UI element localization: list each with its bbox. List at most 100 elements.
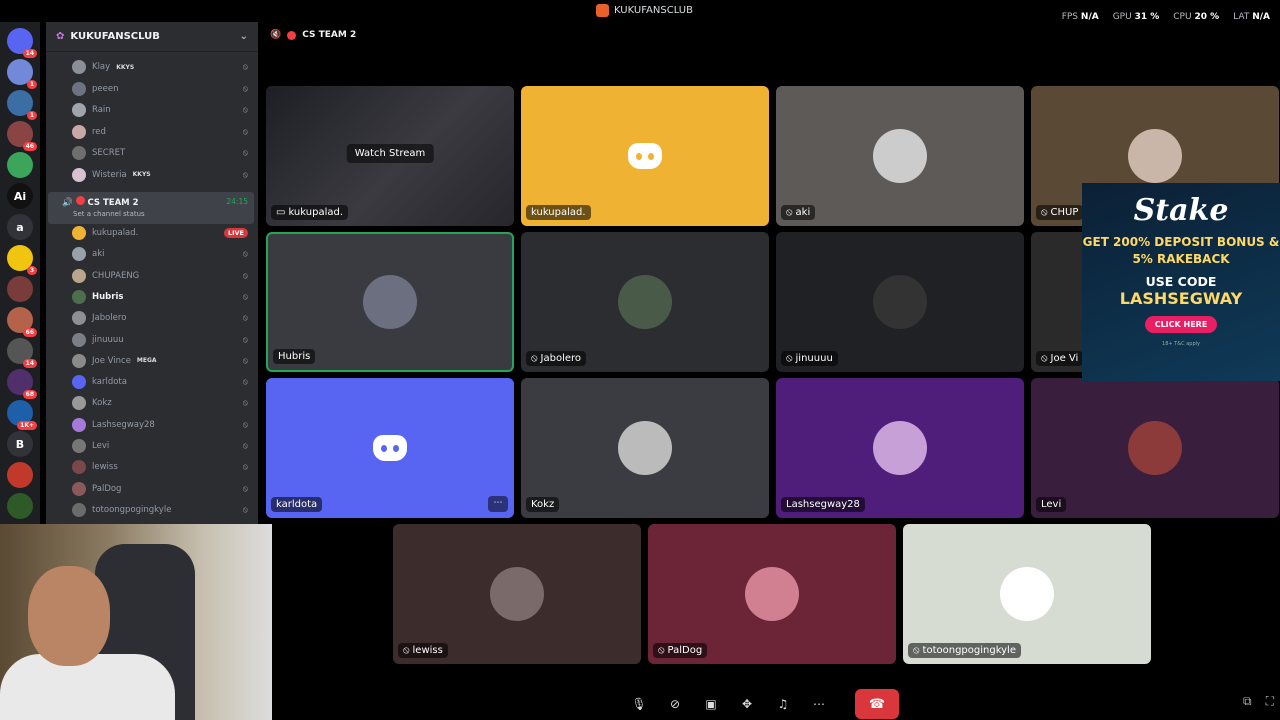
voice-member[interactable]: Hubris ⦸ [72,287,252,307]
app-icon [596,4,609,17]
cpu-label: CPU [1173,12,1192,22]
microphone-icon[interactable]: 🎙 [625,692,653,716]
deafened-icon: ⦸ [242,291,248,301]
voice-member[interactable]: karldota ⦸ [72,372,252,392]
server-icon[interactable]: B [7,431,33,457]
participant-name-tag: Kokz [526,497,560,512]
channel-member[interactable]: red ⦸ [72,122,252,142]
participant-tile[interactable]: ⦸ aki [776,86,1024,226]
more-options-icon[interactable]: ⋯ [805,692,833,716]
voice-member[interactable]: lewiss ⦸ [72,457,252,477]
avatar [72,332,86,347]
voice-member[interactable]: PalDog ⦸ [72,479,252,499]
mic-muted-icon: ⦸ [403,645,410,656]
sponsor-ad[interactable]: Stake GET 200% DEPOSIT BONUS & 5% RAKEBA… [1082,183,1280,381]
channel-member[interactable]: Wisteria KKYS ⦸ [72,165,252,185]
participant-name-tag: karldota [271,497,323,512]
disconnect-button[interactable]: ☎ [855,689,899,719]
fullscreen-icon[interactable]: ⛶ [1266,694,1274,709]
mention-badge: 3 [26,266,37,275]
member-name: Kokz [92,398,112,409]
channel-status[interactable]: Set a channel status [73,210,145,218]
soundboard-icon[interactable]: ♫ [769,692,797,716]
server-icon[interactable]: a [7,214,33,240]
channel-member[interactable]: peeen ⦸ [72,79,252,99]
popout-icon[interactable]: ⧉ [1243,694,1252,709]
participant-tile[interactable]: kukupalad. [521,86,769,226]
channel-member[interactable]: Klay KKYS ⦸ [72,57,252,77]
voice-member[interactable]: aki ⦸ [72,244,252,264]
camera-off-icon[interactable]: ⊘ [661,692,689,716]
mic-muted-icon: ⦸ [531,353,538,364]
server-icon[interactable]: Ai [7,183,33,209]
voice-member[interactable]: Jabolero ⦸ [72,308,252,328]
participant-tile[interactable]: Watch Stream ▭ kukupalad. [266,86,514,226]
live-badge: LIVE [223,228,248,238]
watch-stream-button[interactable]: Watch Stream [346,144,434,163]
server-icon[interactable] [7,152,33,178]
window-title-text: KUKUFANSCLUB [614,5,693,16]
participant-tile[interactable]: ⦸ totoongpogingkyle [903,524,1151,664]
mention-badge: 46 [22,142,37,151]
mic-muted-icon: ⦸ [913,645,920,656]
voice-member[interactable]: totoongpogingkyle ⦸ [72,500,252,520]
server-icon[interactable]: 46 [7,121,37,151]
member-name: aki [92,249,105,260]
participant-tile[interactable]: Kokz [521,378,769,518]
participant-tile[interactable]: Levi [1031,378,1279,518]
server-icon[interactable]: 66 [7,307,37,337]
mention-badge: 1K+ [17,421,37,430]
member-tag: KKYS [132,171,151,178]
speaker-muted-icon[interactable]: 🔇 [270,30,281,40]
participant-tile[interactable]: Hubris [266,232,514,372]
participant-tile[interactable]: ⦸ Jabolero [521,232,769,372]
avatar [72,396,86,411]
server-icon[interactable] [7,462,33,488]
server-icon[interactable] [7,493,33,519]
avatar [72,439,86,453]
server-icon[interactable] [7,276,33,302]
voice-member[interactable]: Lashsegway28 ⦸ [72,415,252,435]
voice-member[interactable]: Levi ⦸ [72,436,252,456]
voice-member[interactable]: Joe Vince MEGA ⦸ [72,351,252,371]
activities-icon[interactable]: ✥ [733,692,761,716]
participant-tile[interactable]: ⦸ jinuuuu [776,232,1024,372]
member-name: CHUPAENG [92,270,140,281]
server-header[interactable]: ✿ KUKUFANSCLUB ⌄ [46,22,258,52]
member-name: Wisteria [92,169,127,180]
ad-cta-button[interactable]: CLICK HERE [1144,316,1218,333]
participant-avatar [1128,421,1182,475]
participant-avatar [745,567,799,621]
server-icon[interactable]: 1 [7,59,37,89]
server-icon[interactable]: 68 [7,369,37,399]
participant-name-tag: ⦸ Jabolero [526,351,587,366]
voice-member[interactable]: kukupalad. LIVE [72,223,252,243]
channel-dot-icon [287,30,297,40]
server-icon[interactable]: 14 [7,338,37,368]
deafened-icon: ⦸ [242,419,248,429]
deafened-icon: ⦸ [242,270,248,280]
server-icon[interactable]: 14 [7,28,37,58]
participant-tile[interactable]: Lashsegway28 [776,378,1024,518]
stage-header: 🔇 CS TEAM 2 [270,30,356,40]
voice-channel-item[interactable]: 🔊 CS TEAM 2 Set a channel status 24:15 [48,192,254,224]
participant-tile[interactable]: ⦸ lewiss [393,524,641,664]
channel-member[interactable]: Rain ⦸ [72,100,252,120]
more-options-icon[interactable]: ⋯ [488,496,508,512]
server-name: KUKUFANSCLUB [70,31,160,42]
voice-member[interactable]: CHUPAENG ⦸ [72,266,252,286]
server-icon[interactable]: 1 [7,90,37,120]
voice-member[interactable]: Kokz ⦸ [72,393,252,413]
voice-member[interactable]: jinuuuu ⦸ [72,330,252,350]
participant-tile[interactable]: karldota ⋯ [266,378,514,518]
server-icon[interactable]: 1K+ [7,400,37,430]
screen-share-icon[interactable]: ▣ [697,692,725,716]
avatar [72,375,86,390]
avatar [72,81,86,96]
server-icon[interactable]: 3 [7,245,37,275]
chevron-down-icon[interactable]: ⌄ [240,31,248,42]
participant-tile[interactable]: ⦸ PalDog [648,524,896,664]
mic-muted-icon: ⦸ [786,207,793,218]
channel-member[interactable]: SECRET ⦸ [72,143,252,163]
avatar [72,103,86,117]
